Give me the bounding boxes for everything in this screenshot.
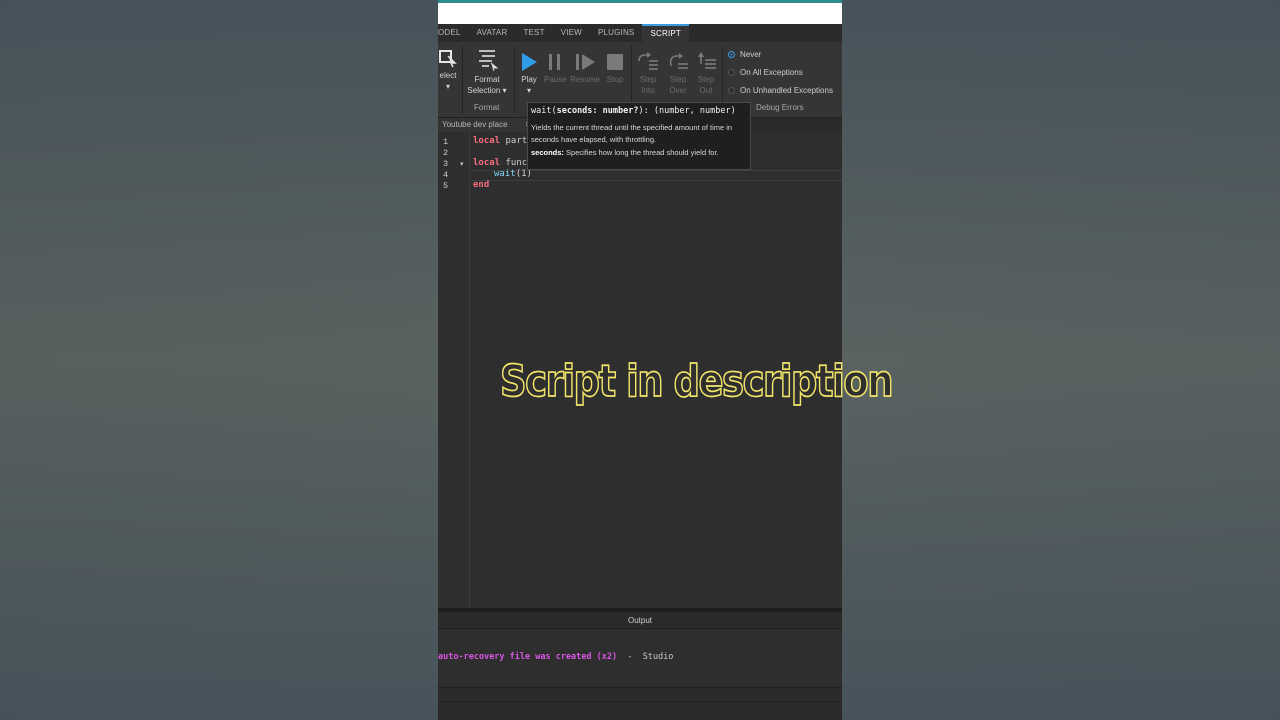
step-over-icon (669, 53, 688, 69)
line-number: 4 (443, 170, 449, 180)
format-group-label: Format (474, 103, 500, 112)
step-into-icon (638, 52, 658, 70)
output-panel-title: Output (438, 612, 842, 629)
background-right (842, 0, 1280, 720)
tab-script[interactable]: SCRIPT (642, 24, 690, 42)
debug-errors-group-label: Debug Errors (756, 103, 804, 112)
fold-arrow-icon[interactable]: ▾ (460, 160, 464, 168)
stop-button[interactable]: Stop (604, 52, 626, 85)
pause-icon (549, 54, 560, 70)
step-over-button[interactable]: Step Over (666, 52, 690, 96)
output-panel: auto-recovery file was created (x2) - St… (438, 629, 842, 688)
document-tab[interactable]: Youtube dev place × (438, 118, 534, 132)
ribbon-separator (462, 46, 463, 114)
function-description: Yields the current thread until the spec… (531, 123, 733, 144)
line-number: 3 (443, 159, 449, 169)
parameter-help: seconds: Specifies how long the thread s… (531, 148, 719, 157)
resume-button[interactable]: Resume (570, 52, 600, 85)
video-caption-overlay: Script in description (499, 355, 894, 407)
tab-plugins[interactable]: PLUGINS (590, 24, 643, 42)
radio-icon (728, 87, 735, 94)
code-line-4: wait(1) (494, 169, 532, 179)
debug-radio-all-exceptions[interactable]: On All Exceptions (728, 68, 803, 77)
select-icon (439, 50, 457, 68)
tab-view[interactable]: VIEW (553, 24, 590, 42)
step-out-icon (698, 52, 716, 69)
radio-icon (728, 69, 735, 76)
resume-icon (576, 54, 595, 70)
stop-icon (607, 54, 623, 70)
code-line-3: local func (473, 158, 528, 168)
signature-help-tooltip: wait(seconds: number?): (number, number)… (527, 102, 751, 170)
status-bar (438, 702, 842, 720)
background-left (0, 0, 438, 720)
debug-radio-unhandled-exceptions[interactable]: On Unhandled Exceptions (728, 86, 833, 95)
tab-model[interactable]: ODEL (438, 24, 469, 42)
format-lines-icon (479, 50, 499, 72)
play-icon (522, 53, 537, 71)
function-signature: wait(seconds: number?): (number, number) (531, 106, 736, 116)
line-gutter: 1 2 3 ▾ 4 5 (438, 132, 470, 608)
tab-test[interactable]: TEST (515, 24, 552, 42)
output-message: auto-recovery file was created (x2) - St… (438, 652, 674, 662)
ribbon-separator (514, 46, 515, 114)
tab-avatar[interactable]: AVATAR (469, 24, 516, 42)
title-bar (438, 0, 842, 24)
debug-radio-never[interactable]: Never (728, 50, 761, 59)
line-number: 1 (443, 137, 449, 147)
radio-selected-icon (728, 51, 735, 58)
play-button[interactable]: Play ▾ (518, 52, 540, 96)
pause-button[interactable]: Pause (544, 52, 567, 85)
code-line-5: end (473, 180, 490, 190)
step-out-button[interactable]: Step Out (694, 52, 718, 96)
select-button[interactable]: elect ▾ (438, 46, 458, 92)
command-bar[interactable] (438, 688, 842, 702)
ribbon-tabs: ODEL AVATAR TEST VIEW PLUGINS SCRIPT (438, 24, 842, 42)
format-selection-button[interactable]: Format Selection ▾ (466, 48, 508, 96)
line-number: 2 (443, 148, 449, 158)
code-line-1: local part (473, 136, 528, 146)
document-tab-title: Youtube dev place (442, 120, 508, 129)
step-into-button[interactable]: Step Into (636, 52, 660, 96)
line-number: 5 (443, 181, 449, 191)
